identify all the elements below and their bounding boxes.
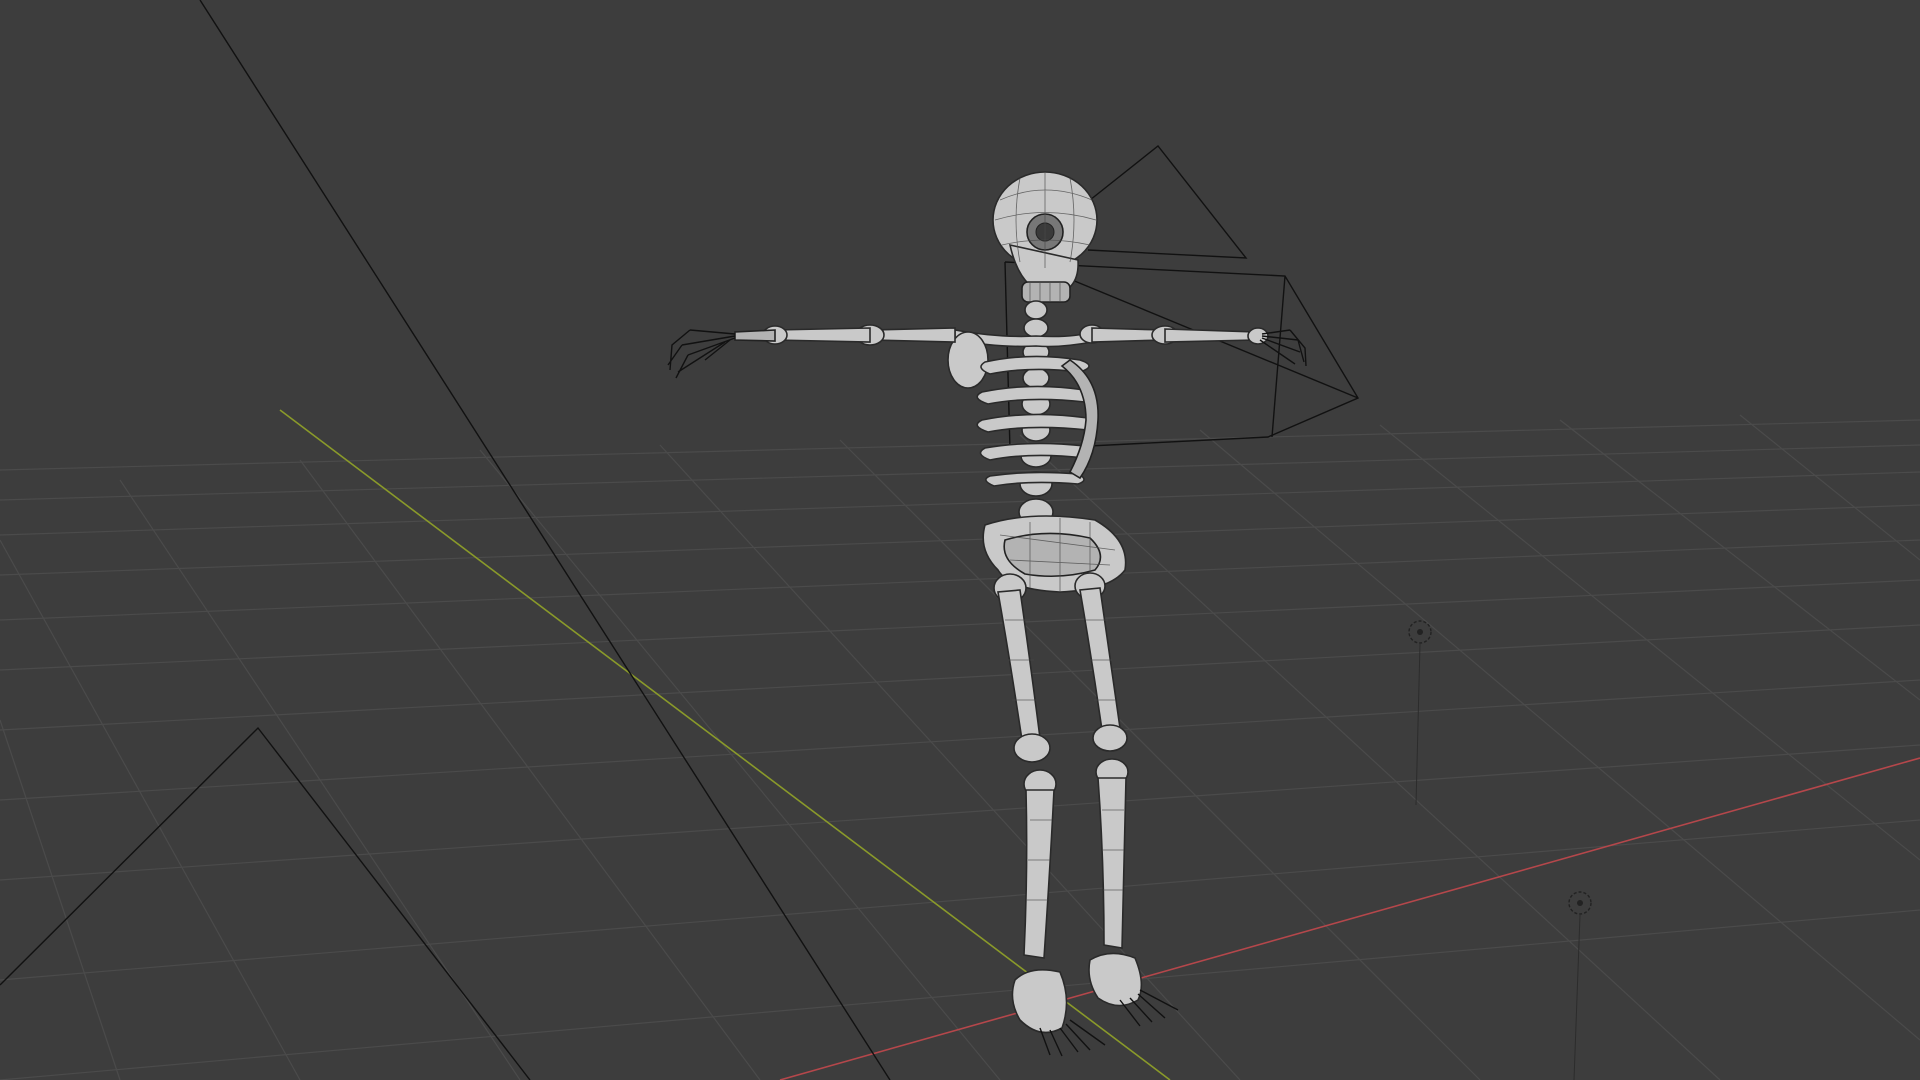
skull[interactable] xyxy=(992,171,1098,303)
viewport-canvas[interactable] xyxy=(0,0,1920,1080)
left-arm[interactable] xyxy=(667,324,956,379)
spine[interactable] xyxy=(1018,300,1054,526)
x-axis-line xyxy=(779,757,1920,1080)
right-arm[interactable] xyxy=(1079,324,1307,367)
light-icon[interactable] xyxy=(1408,620,1432,806)
floor-grid xyxy=(0,414,1920,1080)
right-leg[interactable] xyxy=(1074,572,1179,1027)
light-icon[interactable] xyxy=(1568,891,1592,1080)
camera-frustum-left xyxy=(199,0,891,1080)
skeleton-mesh[interactable] xyxy=(667,171,1307,1057)
3d-viewport[interactable] xyxy=(0,0,1920,1080)
camera-frustum-bottom-left xyxy=(0,726,531,1080)
